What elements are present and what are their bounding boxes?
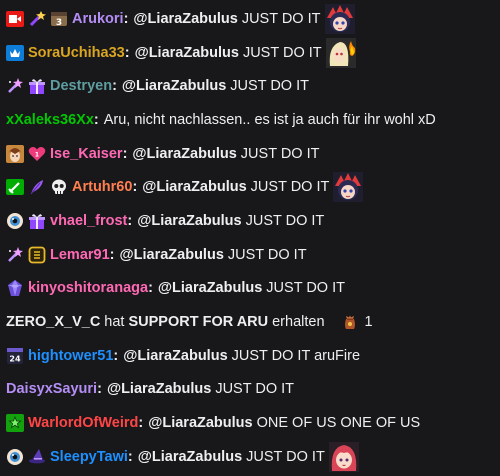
chat-message: 3 Arukori: @LiaraZabulus JUST DO IT: [6, 2, 500, 36]
colon: :: [127, 212, 133, 229]
sparkle-wand-badge-icon[interactable]: [6, 246, 24, 264]
eye-orb-badge-icon[interactable]: [6, 448, 24, 466]
mention[interactable]: @LiaraZabulus: [135, 45, 239, 61]
witch-hat-badge-icon[interactable]: [28, 448, 46, 466]
mention[interactable]: @LiaraZabulus: [158, 280, 262, 296]
chat-message: vhael_frost: @LiaraZabulus JUST DO IT: [6, 204, 500, 238]
wand-badge-icon[interactable]: [28, 10, 46, 28]
chat-username[interactable]: kinyoshitoranaga: [28, 280, 148, 296]
message-text: JUST DO IT: [266, 280, 345, 297]
chat-message-list: 3 Arukori: @LiaraZabulus JUST DO IT Sora…: [0, 0, 500, 476]
chat-message: Lemar91: @LiaraZabulus JUST DO IT: [6, 238, 500, 272]
message-text: JUST DO IT: [245, 212, 325, 229]
chat-message: xXaleks36Xx: Aru, nicht nachlassen.. es …: [6, 103, 500, 137]
chat-username[interactable]: Lemar91: [50, 247, 110, 263]
svg-text:24: 24: [9, 354, 21, 363]
aru-hype-emote[interactable]: [324, 3, 355, 34]
colon: :: [109, 246, 115, 263]
mention[interactable]: @LiaraZabulus: [148, 415, 252, 431]
chat-username[interactable]: Arukori: [72, 11, 124, 27]
colon: :: [123, 10, 129, 27]
chat-username[interactable]: Ise_Kaiser: [50, 146, 123, 162]
chat-message: WarlordOfWeird: @LiaraZabulus ONE OF US …: [6, 406, 500, 440]
colon: :: [132, 179, 138, 196]
chat-username[interactable]: SleepyTawi: [50, 449, 128, 465]
blonde-fire-emote[interactable]: [325, 37, 356, 68]
sub-3-badge-icon[interactable]: 3: [50, 10, 68, 28]
svg-text:3: 3: [56, 18, 62, 28]
mention[interactable]: @LiaraZabulus: [122, 78, 226, 94]
mention[interactable]: @LiaraZabulus: [107, 381, 211, 397]
heart-badge-icon[interactable]: 1: [28, 145, 46, 163]
eye-orb-badge-icon[interactable]: [6, 212, 24, 230]
message-text: JUST DO IT: [227, 246, 307, 263]
message-text: JUST DO IT: [246, 448, 325, 465]
message-text: JUST DO IT: [240, 145, 320, 162]
colon: :: [138, 415, 144, 432]
crystal-badge-icon[interactable]: [6, 279, 24, 297]
chat-username[interactable]: hightower51: [28, 348, 113, 364]
skull-badge-icon[interactable]: [50, 178, 68, 196]
sparkle-wand-badge-icon[interactable]: [6, 77, 24, 95]
svg-text:1: 1: [35, 151, 39, 158]
message-text: ONE OF US ONE OF US: [256, 415, 421, 432]
calendar-24-badge-icon[interactable]: 24: [6, 347, 24, 365]
colon: :: [122, 145, 128, 162]
chat-message: Artuhr60: @LiaraZabulus JUST DO IT: [6, 170, 500, 204]
redeemer-username[interactable]: ZERO_X_V_C: [6, 314, 100, 330]
broadcaster-badge-icon[interactable]: [6, 10, 24, 28]
anime-avatar-badge-icon[interactable]: [6, 144, 24, 163]
chat-message: 24 hightower51: @LiaraZabulus JUST DO IT…: [6, 339, 500, 373]
mention[interactable]: @LiaraZabulus: [132, 146, 236, 162]
reward-name: SUPPORT FOR ARU: [128, 314, 269, 331]
chat-message: kinyoshitoranaga: @LiaraZabulus JUST DO …: [6, 272, 500, 306]
chat-username[interactable]: DaisyxSayuri: [6, 381, 97, 397]
redemption-count: 1: [364, 314, 373, 331]
moderator-sword-badge-icon[interactable]: [6, 178, 24, 196]
mention[interactable]: @LiaraZabulus: [120, 247, 224, 263]
mention[interactable]: @LiaraZabulus: [123, 348, 227, 364]
redemption-suffix: erhalten: [272, 314, 325, 331]
message-text: JUST DO IT: [242, 44, 322, 61]
channel-points-bag-icon: [341, 313, 359, 331]
redemption-verb: hat: [104, 314, 125, 331]
feather-badge-icon[interactable]: [28, 178, 46, 196]
message-text: JUST DO IT aruFire: [231, 347, 361, 364]
message-text: Aru, nicht nachlassen.. es ist ja auch f…: [103, 111, 436, 128]
chat-username[interactable]: Destryen: [50, 78, 112, 94]
chat-username[interactable]: vhael_frost: [50, 213, 127, 229]
chat-message: Destryen: @LiaraZabulus JUST DO IT: [6, 69, 500, 103]
mention[interactable]: @LiaraZabulus: [138, 449, 242, 465]
chat-message: DaisyxSayuri: @LiaraZabulus JUST DO IT: [6, 373, 500, 407]
chat-username[interactable]: xXaleks36Xx: [6, 112, 94, 128]
colon: :: [112, 78, 117, 95]
redhair-girl-emote[interactable]: [328, 441, 359, 472]
chat-message: SleepyTawi: @LiaraZabulus JUST DO IT: [6, 440, 500, 474]
mention[interactable]: @LiaraZabulus: [142, 179, 246, 195]
aru-hype-emote[interactable]: [333, 172, 364, 203]
reward-redemption-notice: ZERO_X_V_C hat SUPPORT FOR ARU erhalten …: [6, 305, 500, 339]
message-text: JUST DO IT: [250, 179, 330, 196]
colon: :: [148, 280, 153, 297]
colon: :: [127, 448, 133, 465]
message-text: JUST DO IT: [230, 78, 309, 95]
prime-badge-icon[interactable]: [6, 44, 24, 62]
colon: :: [97, 381, 102, 398]
mention[interactable]: @LiaraZabulus: [133, 11, 237, 27]
message-text: JUST DO IT: [241, 10, 321, 27]
message-text: JUST DO IT: [215, 381, 295, 398]
chat-message: 1 Ise_Kaiser: @LiaraZabulus JUST DO IT: [6, 137, 500, 171]
colon: :: [93, 111, 99, 128]
chat-username[interactable]: WarlordOfWeird: [28, 415, 138, 431]
chat-message: SoraUchiha33: @LiaraZabulus JUST DO IT: [6, 36, 500, 70]
verified-star-badge-icon[interactable]: [6, 414, 24, 433]
rank-frame-badge-icon[interactable]: [28, 246, 46, 264]
chat-username[interactable]: SoraUchiha33: [28, 45, 125, 61]
chat-username[interactable]: Artuhr60: [72, 179, 132, 195]
colon: :: [124, 44, 130, 61]
gift-badge-icon[interactable]: [28, 77, 46, 95]
gift-badge-icon[interactable]: [28, 212, 46, 230]
colon: :: [113, 347, 119, 364]
mention[interactable]: @LiaraZabulus: [137, 213, 241, 229]
